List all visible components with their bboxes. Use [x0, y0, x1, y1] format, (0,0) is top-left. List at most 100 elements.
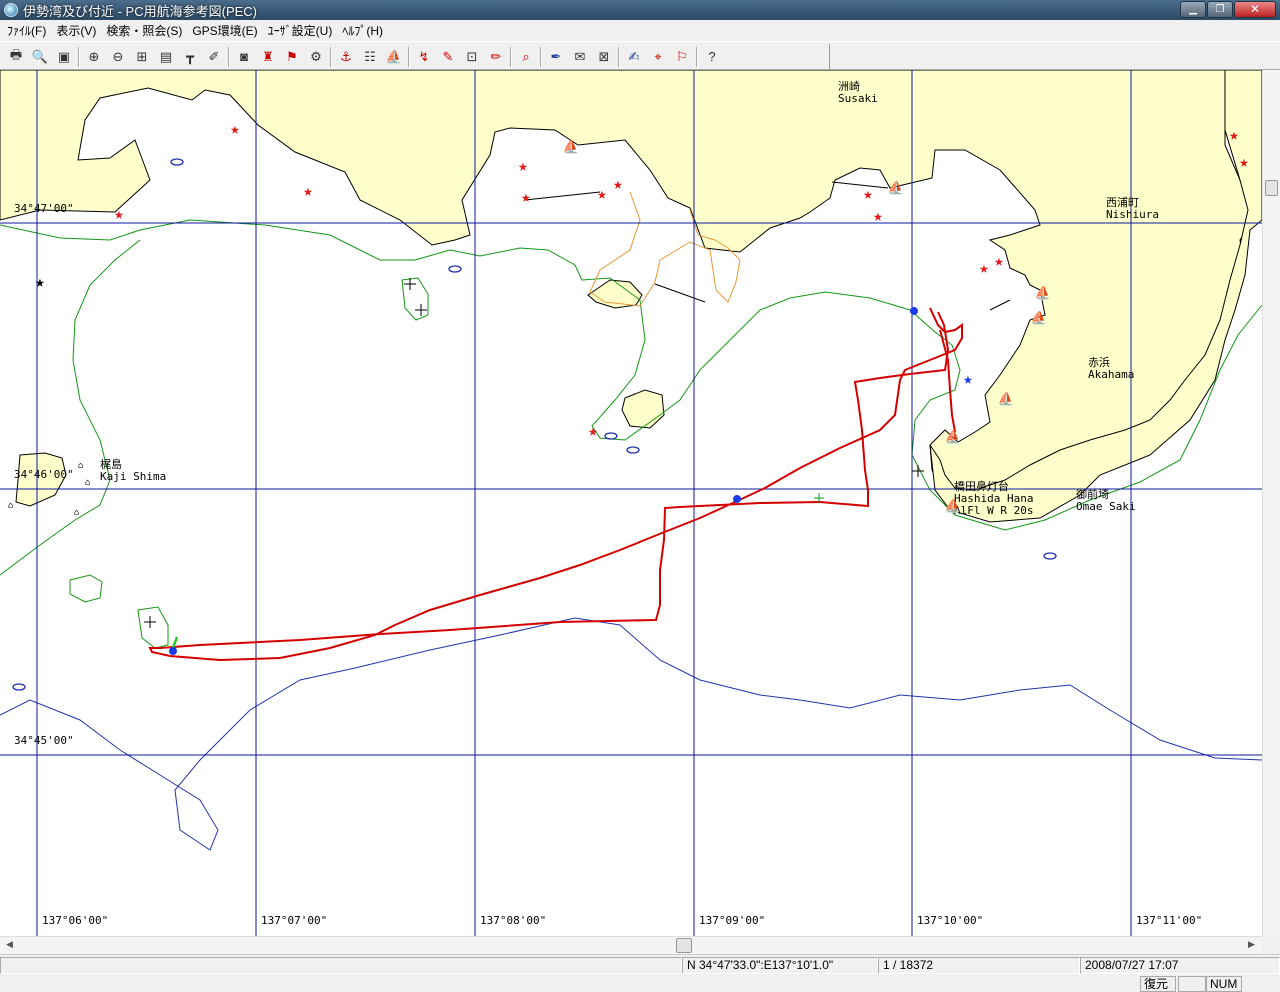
lat-label: 34°46'00" — [14, 468, 74, 481]
rock-icon: ⌂ — [74, 508, 79, 518]
landmark-star-icon: ★ — [863, 184, 873, 203]
horizontal-scroll-thumb[interactable] — [676, 938, 692, 953]
landmark-star-icon: ★ — [613, 174, 623, 193]
toolbar-separator — [538, 46, 544, 68]
ruler-icon[interactable]: ┳ — [178, 46, 202, 68]
buoy-icon[interactable]: ♜ — [256, 46, 280, 68]
fish-icon — [626, 446, 640, 454]
horizontal-scrollbar[interactable]: ◀ ▶ — [0, 936, 1262, 954]
fish-icon — [604, 432, 618, 440]
minimize-button[interactable]: ▁ — [1180, 1, 1206, 18]
boat-icon: ⛵ — [945, 429, 961, 445]
place-susaki-jp: 洲崎 — [838, 79, 860, 93]
toolbar-separator — [694, 46, 700, 68]
binoculars-icon[interactable]: ◙ — [232, 46, 256, 68]
grid-labels: 34°47'00" 34°46'00" 34°45'00" 137°06'00"… — [14, 202, 1202, 927]
place-kajishima-jp: 梶島 — [100, 457, 122, 471]
chart-canvas[interactable]: 34°47'00" 34°46'00" 34°45'00" 137°06'00"… — [0, 70, 1262, 936]
vertical-scroll-thumb[interactable] — [1265, 180, 1278, 196]
factory-icon[interactable]: ⚙ — [304, 46, 328, 68]
status-bar: N 34°47'33.0":E137°10'1.0" 1 / 18372 200… — [0, 954, 1280, 992]
scroll-left-icon[interactable]: ◀ — [6, 939, 13, 950]
app-icon — [4, 3, 18, 17]
waypoint — [169, 647, 177, 655]
menu-gps[interactable]: GPS環境(E) — [187, 22, 262, 39]
lat-label: 34°47'00" — [14, 202, 74, 215]
land-layer — [0, 70, 1262, 523]
landmark-star-icon: ★ — [521, 187, 531, 206]
draw-icon[interactable]: ✒ — [544, 46, 568, 68]
boat-icon: ⛵ — [1035, 285, 1051, 301]
menu-file[interactable]: ﾌｧｲﾙ(F) — [2, 22, 51, 39]
help-icon[interactable]: ? — [700, 46, 724, 68]
landmark-star-icon: ★ — [303, 181, 313, 200]
chart-svg[interactable]: 34°47'00" 34°46'00" 34°45'00" 137°06'00"… — [0, 70, 1262, 936]
fit-icon[interactable]: ⊞ — [130, 46, 154, 68]
toolbar-separator — [76, 46, 82, 68]
maximize-button[interactable]: ❐ — [1207, 1, 1233, 18]
rock-cross-icon — [144, 616, 156, 628]
waypoints — [169, 307, 918, 655]
zoom-out-icon[interactable]: ⊖ — [106, 46, 130, 68]
ship-track — [148, 307, 963, 662]
rock-icon: ⌂ — [78, 461, 83, 471]
boat-icon: ⛵ — [1031, 310, 1047, 326]
boat-icon[interactable]: ⛵ — [382, 46, 406, 68]
boat-icon: ⛵ — [888, 180, 904, 196]
boat-icon: ⛵ — [945, 498, 961, 514]
lon-label: 137°11'00" — [1136, 914, 1202, 927]
lighthouse-char: AlFl W R 20s — [954, 504, 1033, 517]
menu-search[interactable]: 検索・照会(S) — [101, 22, 187, 39]
zoom-in-icon[interactable]: ⊕ — [82, 46, 106, 68]
view-icon[interactable]: ⊠ — [592, 46, 616, 68]
route-icon[interactable]: ↯ — [412, 46, 436, 68]
scroll-corner — [1262, 936, 1280, 954]
contour-10m — [0, 617, 1262, 851]
menu-user-settings[interactable]: ﾕｰｻﾞ設定(U) — [263, 22, 338, 39]
edit-icon[interactable]: ✍ — [622, 46, 646, 68]
anchor-icon[interactable]: ⚓ — [334, 46, 358, 68]
save-icon[interactable]: ▣ — [52, 46, 76, 68]
print-preview-icon[interactable]: 🔍 — [28, 46, 52, 68]
flag-icon[interactable]: ⚐ — [670, 46, 694, 68]
close-button[interactable]: ✕ — [1234, 1, 1276, 18]
frame-icon[interactable]: ⊡ — [460, 46, 484, 68]
menu-help[interactable]: ﾍﾙﾌﾟ(H) — [337, 22, 388, 39]
label-icon[interactable]: ✎ — [436, 46, 460, 68]
lon-label: 137°09'00" — [699, 914, 765, 927]
scroll-right-icon[interactable]: ▶ — [1248, 939, 1255, 950]
landmark-star-icon: ★ — [230, 119, 240, 138]
status-message — [0, 957, 682, 974]
status-restore: 復元 — [1140, 976, 1176, 992]
fish-icon — [448, 265, 462, 273]
find-icon[interactable]: ⌖ — [646, 46, 670, 68]
contour-islet-1 — [69, 574, 103, 603]
landmark-star-icon: ★ — [588, 421, 598, 440]
print-icon[interactable]: 🖶 — [4, 46, 28, 68]
status-position: N 34°47'33.0":E137°10'1.0" — [682, 957, 878, 974]
rock-cross-icon — [415, 304, 427, 316]
toolbar-separator — [508, 46, 514, 68]
contour-west — [0, 239, 141, 576]
fish-icon — [12, 683, 26, 691]
contour-islet-2 — [137, 606, 169, 649]
landmark-star-icon: ★ — [518, 156, 528, 175]
landmark-star-icon: ★ — [979, 258, 989, 277]
boat-icon: ⛵ — [563, 139, 579, 155]
rock-icon: ⌂ — [8, 501, 13, 511]
toolbar-separator — [616, 46, 622, 68]
status-scale: 1 / 18372 — [878, 957, 1080, 974]
menu-view[interactable]: 表示(V) — [51, 22, 101, 39]
light-icon[interactable]: ⚑ — [280, 46, 304, 68]
island-small-2 — [621, 389, 665, 429]
landmark-star-icon: ★ — [873, 206, 883, 225]
vertical-scrollbar[interactable] — [1262, 70, 1280, 936]
table-icon[interactable]: ☷ — [358, 46, 382, 68]
pen-icon[interactable]: ✏ — [484, 46, 508, 68]
comment-icon[interactable]: ✉ — [568, 46, 592, 68]
waypoint — [733, 495, 741, 503]
search-mark-icon[interactable]: ⌕ — [514, 46, 538, 68]
compass-icon[interactable]: ✐ — [202, 46, 226, 68]
landmark-star-blue-icon: ★ — [963, 369, 973, 388]
layers-icon[interactable]: ▤ — [154, 46, 178, 68]
